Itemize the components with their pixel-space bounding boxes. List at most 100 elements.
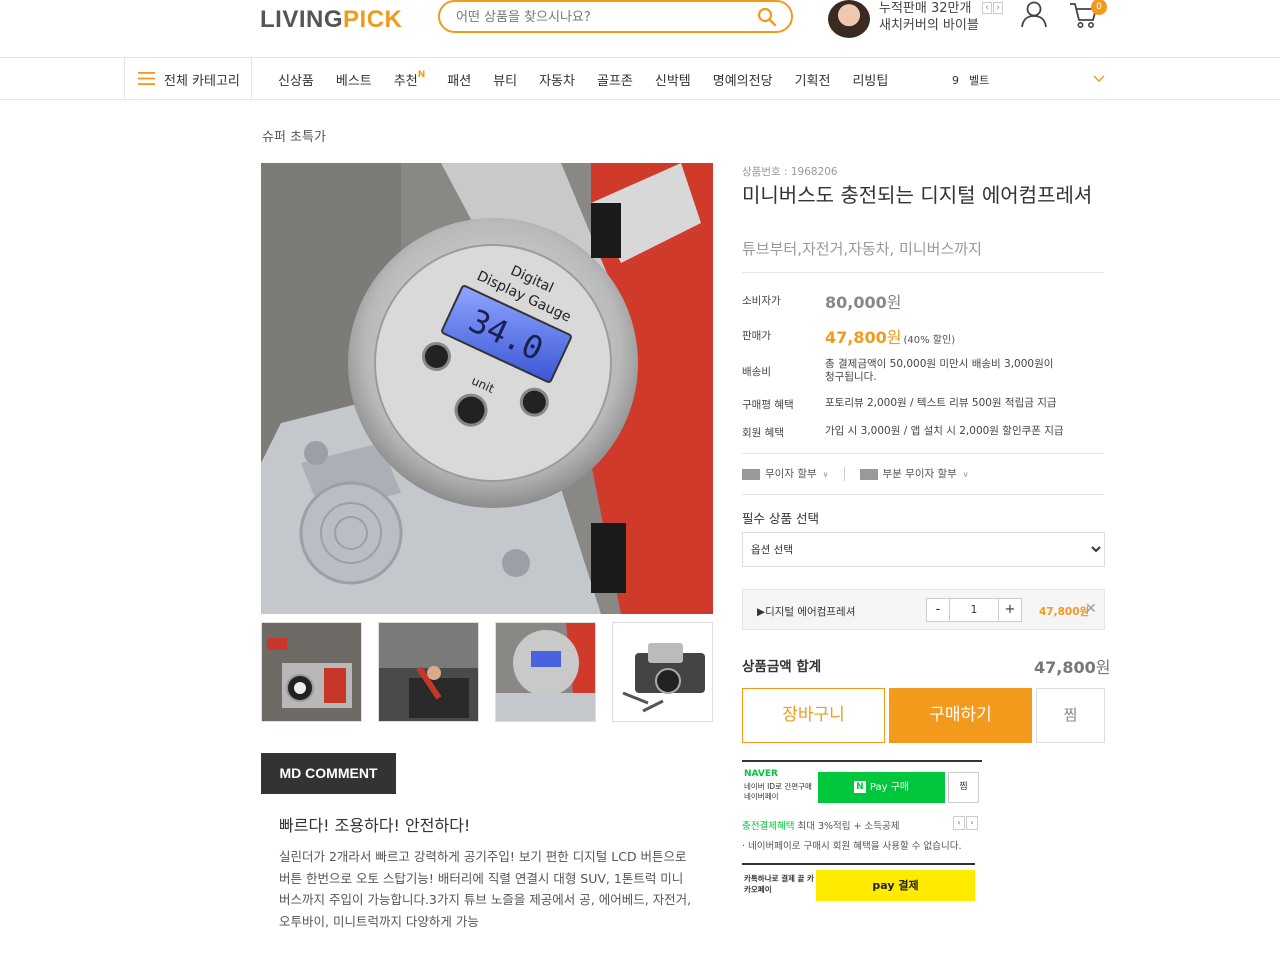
all-categories-label: 전체 카테고리 (164, 74, 240, 89)
shipping-label: 배송비 (742, 366, 771, 378)
naver-brand: NAVER (744, 769, 778, 779)
thumbnail-image (379, 623, 478, 721)
installment-free-toggle[interactable]: 무이자 할부 ∨ (742, 466, 829, 481)
chevron-right-icon[interactable]: › (993, 2, 1003, 14)
quantity-input[interactable]: 1 (950, 598, 998, 622)
search-input[interactable] (456, 7, 746, 27)
kakao-pay-button[interactable]: pay 결제 (816, 870, 975, 901)
sale-price-label: 판매가 (742, 330, 771, 342)
naver-n-icon: N (853, 781, 866, 793)
member-benefit-label: 회원 혜택 (742, 427, 784, 439)
search-icon[interactable] (757, 7, 777, 27)
nav-item-hall-of-fame[interactable]: 명예의전당 (713, 70, 773, 89)
divider (742, 494, 1104, 495)
total-label: 상품금액 합계 (742, 659, 822, 675)
chevron-down-icon[interactable] (1093, 72, 1105, 84)
kakao-pay-section: 카톡하나로 결제 끝 카카오페이 pay 결제 (742, 863, 975, 903)
promo-avatar[interactable] (828, 0, 870, 38)
nav-label: 뷰티 (493, 74, 518, 89)
md-comment-title: 빠르다! 조용하다! 안전하다! (279, 816, 471, 835)
naver-wish-button[interactable]: 찜 (948, 772, 979, 803)
wishlist-button[interactable]: 찜 (1036, 688, 1105, 743)
selected-item-name: ▶디지털 에어컴프레셔 (757, 606, 856, 618)
kakao-pay-desc: 카톡하나로 결제 끝 카카오페이 (744, 874, 814, 894)
buy-now-button[interactable]: 구매하기 (889, 688, 1032, 743)
product-photo: Digital Display Gauge 34.0 unit (261, 163, 713, 614)
increase-button[interactable]: + (998, 598, 1022, 622)
site-logo[interactable]: LIVINGPICK (260, 6, 402, 34)
naver-pay-section: NAVER 네이버 ID로 간편구매 네이버페이 N Pay 구매 찜 (742, 760, 982, 806)
chevron-left-icon[interactable]: ‹ (953, 816, 965, 830)
member-benefit: 가입 시 3,000원 / 앱 설치 시 2,000원 할인쿠폰 지급 (825, 425, 1064, 437)
all-categories-button[interactable]: 전체 카테고리 (124, 58, 252, 100)
option-select[interactable]: 옵션 선택 (742, 532, 1105, 567)
product-main-image[interactable]: Digital Display Gauge 34.0 unit (261, 163, 713, 614)
md-comment-text: 실린더가 2개라서 빠르고 강력하게 공기주입! 보기 편한 디지털 LCD 버… (279, 849, 692, 929)
naver-pay-benefit: 충전결제혜택 최대 3%적립 + 소득공제 (742, 818, 899, 832)
nav-item-beauty[interactable]: 뷰티 (493, 70, 517, 89)
buyer-benefit-label: 구매평 혜택 (742, 399, 794, 411)
nav-item-new[interactable]: 신상품 (278, 70, 314, 89)
quantity-stepper: - 1 + (926, 598, 1022, 622)
chevron-left-icon[interactable]: ‹ (982, 2, 992, 14)
chevron-down-icon: ∨ (962, 470, 969, 479)
nav-item-recommend[interactable]: 추천N (394, 70, 425, 89)
keyword-rank[interactable]: 9 벨트 (952, 72, 989, 88)
thumbnail-1[interactable] (261, 622, 362, 722)
currency: 원 (886, 328, 902, 347)
promo-line-1: 누적판매 32만개 (879, 1, 972, 16)
nav-item-living-tips[interactable]: 리빙팁 (852, 70, 888, 89)
product-id: 상품번호 : 1968206 (742, 166, 838, 178)
installment-partial-toggle[interactable]: 부분 무이자 할부 ∨ (859, 466, 969, 481)
nav-item-golf[interactable]: 골프존 (597, 70, 633, 89)
thumbnail-list (261, 622, 713, 722)
currency: 원 (886, 293, 902, 312)
thumbnail-image (613, 623, 712, 721)
add-to-cart-button[interactable]: 장바구니 (742, 688, 885, 743)
md-comment-tab: MD COMMENT (261, 753, 396, 794)
nav-item-car[interactable]: 자동차 (539, 70, 575, 89)
product-subtitle: 튜브부터,자전거,자동차, 미니버스까지 (742, 240, 982, 258)
shipping-info: 총 결제금액이 50,000원 미만시 배송비 3,000원이 청구됩니다. (825, 358, 1053, 384)
nav-label: 추천 (393, 74, 418, 89)
nav-label: 명예의전당 (712, 74, 773, 89)
chevron-right-icon[interactable]: › (966, 816, 978, 830)
kakao-pay-label: pay 결제 (872, 879, 919, 892)
nav-label: 기획전 (794, 74, 831, 89)
nav-item-best[interactable]: 베스트 (336, 70, 372, 89)
naver-pay-button[interactable]: N Pay 구매 (818, 772, 945, 803)
nav-item-novelty[interactable]: 신박템 (655, 70, 691, 89)
thumbnail-2[interactable] (378, 622, 479, 722)
separator (843, 466, 845, 481)
total-price-value: 47,800 (1034, 658, 1096, 677)
breadcrumb[interactable]: 슈퍼 초특가 (262, 126, 326, 145)
nav-label: 패션 (447, 74, 472, 89)
nav-item-fashion[interactable]: 패션 (447, 70, 471, 89)
thumbnail-3[interactable] (495, 622, 596, 722)
logo-text-living: LIVING (260, 6, 344, 33)
nav-item-promotions[interactable]: 기획전 (795, 70, 831, 89)
naver-benefit-text: 최대 3%적립 + 소득공제 (794, 821, 900, 832)
buyer-benefit: 포토리뷰 2,000원 / 텍스트 리뷰 500원 적립금 지급 (825, 397, 1057, 409)
search-bar (438, 0, 793, 33)
product-title: 미니버스도 충전되는 디지털 에어컴프레셔 (742, 183, 1093, 207)
naver-benefit-arrows: ‹ › (953, 816, 978, 830)
divider (742, 272, 1104, 273)
promo-arrows: ‹ › (982, 2, 1003, 14)
consumer-price-value: 80,000 (825, 293, 887, 312)
consumer-price-label: 소비자가 (742, 295, 781, 307)
selected-item-price: 47,800원 (1039, 606, 1090, 618)
promo-text[interactable]: 누적판매 32만개 새치커버의 바이블 (879, 0, 979, 34)
user-icon[interactable] (1020, 0, 1048, 28)
thumbnail-4[interactable] (612, 622, 713, 722)
naver-pay-desc: 네이버 ID로 간편구매 네이버페이 (744, 782, 812, 801)
shipping-line-1: 총 결제금액이 50,000원 미만시 배송비 3,000원이 (825, 358, 1054, 370)
logo-text-pick: PICK (343, 6, 403, 33)
decrease-button[interactable]: - (926, 598, 950, 622)
thumbnail-image (496, 623, 595, 721)
main-nav: 전체 카테고리 신상품 베스트 추천N 패션 뷰티 자동차 골프존 신박템 명예… (0, 58, 1280, 100)
menu-icon (138, 72, 155, 85)
rank-keyword: 벨트 (969, 74, 990, 87)
close-icon[interactable]: ✕ (1085, 601, 1097, 617)
naver-pay-label: Pay 구매 (869, 782, 910, 793)
